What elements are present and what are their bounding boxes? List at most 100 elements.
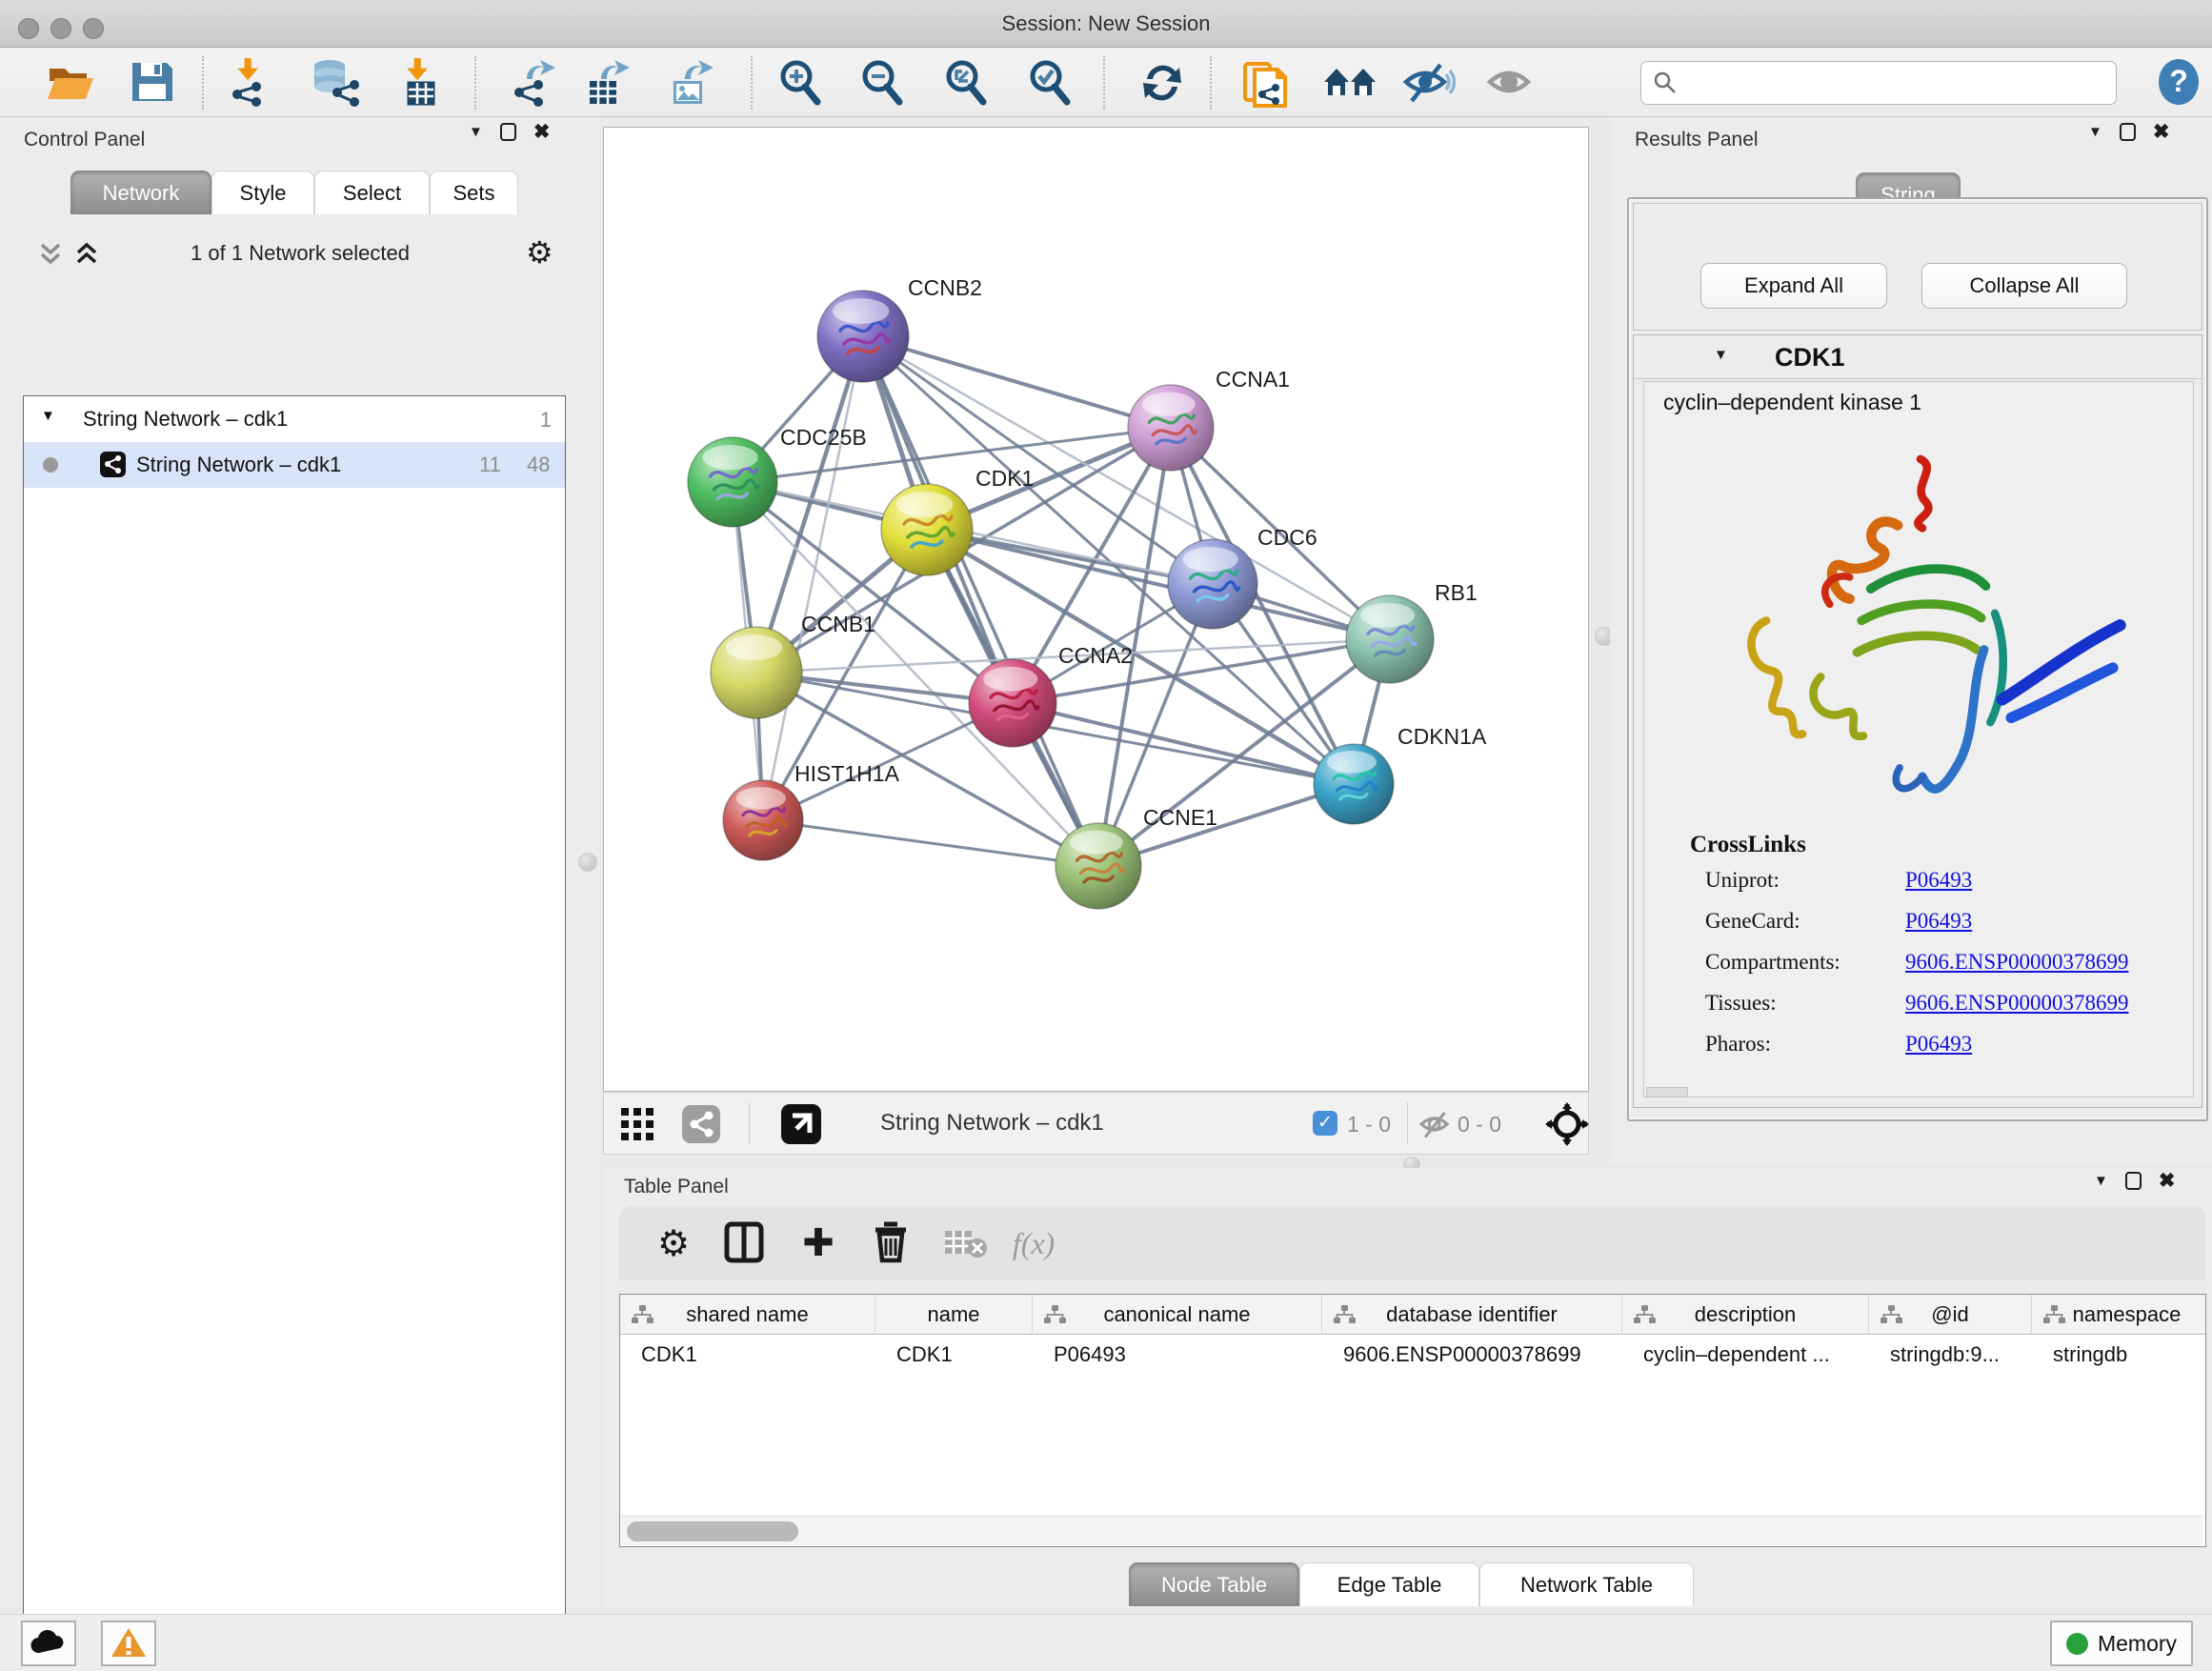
table-cell[interactable]: CDK1 (875, 1337, 1033, 1373)
node-CCNB1[interactable] (711, 627, 802, 718)
edge-CCNB2-CCNA1[interactable] (863, 336, 1171, 428)
open-session-button[interactable] (44, 58, 97, 108)
entry-collapse-icon[interactable]: ▼ (1714, 347, 1728, 363)
cloud-button[interactable] (21, 1621, 76, 1666)
tab-select[interactable]: Select (314, 171, 430, 214)
table-hscrollbar[interactable] (621, 1516, 2202, 1545)
collapse-all-icon[interactable] (36, 241, 65, 268)
table-cell[interactable]: P06493 (1033, 1337, 1322, 1373)
gene-entry-header[interactable]: ▼ CDK1 (1634, 335, 2202, 379)
column-header-canonical-name[interactable]: canonical name (1033, 1295, 1322, 1335)
search-input[interactable] (1685, 64, 2116, 102)
node-CCNA1[interactable] (1128, 385, 1214, 471)
import-network-file-button[interactable] (223, 58, 276, 108)
edge-CCNA2-CDKN1A[interactable] (1013, 703, 1354, 784)
column-header-database-identifier[interactable]: database identifier (1322, 1295, 1622, 1335)
node-CCNA2[interactable] (969, 659, 1056, 747)
add-column-icon[interactable]: ✚ (793, 1219, 844, 1267)
selected-checkbox-icon[interactable]: ✓ (1313, 1111, 1337, 1136)
panel-float-icon[interactable] (2120, 123, 2136, 141)
column-header-shared-name[interactable]: shared name (620, 1295, 875, 1335)
panel-float-icon[interactable] (2125, 1172, 2142, 1190)
crosshair-icon[interactable] (1545, 1102, 1589, 1146)
node-RB1[interactable] (1346, 595, 1434, 683)
network-options-gear-icon[interactable]: ⚙ (526, 234, 553, 271)
collapse-all-button[interactable]: Collapse All (1921, 263, 2127, 309)
panel-dropdown-icon[interactable]: ▼ (469, 124, 483, 140)
import-network-database-button[interactable] (309, 58, 362, 108)
zoom-fit-button[interactable] (939, 58, 993, 108)
column-header-namespace[interactable]: namespace (2032, 1295, 2206, 1335)
crosslink-link[interactable]: P06493 (1905, 1032, 1972, 1057)
column-header-description[interactable]: description (1622, 1295, 1869, 1335)
memory-button[interactable]: Memory (2050, 1621, 2193, 1666)
tab-node-table[interactable]: Node Table (1129, 1562, 1299, 1606)
network-from-selection-button[interactable] (1238, 58, 1292, 108)
panel-dropdown-icon[interactable]: ▼ (2094, 1173, 2108, 1189)
network-canvas[interactable]: CCNB2CCNA1CDC25BCDK1CDC6RB1CCNB1CCNA2CDK… (603, 127, 1589, 1092)
tree-expand-icon[interactable]: ▼ (41, 408, 55, 424)
show-all-button[interactable] (1484, 58, 1538, 108)
zoom-out-button[interactable] (855, 58, 909, 108)
table-cell[interactable]: 9606.ENSP00000378699 (1322, 1337, 1622, 1373)
node-CDC6[interactable] (1168, 539, 1257, 629)
tab-sets[interactable]: Sets (430, 171, 518, 214)
node-CDC25B[interactable] (688, 437, 777, 527)
table-cell[interactable]: stringdb (2032, 1337, 2206, 1373)
crosslink-link[interactable]: 9606.ENSP00000378699 (1905, 991, 2129, 1016)
column-header-name[interactable]: name (875, 1295, 1033, 1335)
tab-network[interactable]: Network (70, 171, 211, 214)
show-columns-icon[interactable] (718, 1219, 770, 1267)
node-CCNB2[interactable] (817, 291, 909, 382)
edge-CCNB2-CCNE1[interactable] (863, 336, 1098, 866)
refresh-view-button[interactable] (1136, 58, 1189, 108)
warnings-button[interactable] (101, 1621, 156, 1666)
import-table-file-button[interactable] (392, 58, 446, 108)
table-cell[interactable]: CDK1 (620, 1337, 875, 1373)
expand-all-button[interactable]: Expand All (1700, 263, 1887, 309)
network-row-selected[interactable]: String Network – cdk1 11 48 (24, 442, 565, 488)
network-graph[interactable]: CCNB2CCNA1CDC25BCDK1CDC6RB1CCNB1CCNA2CDK… (604, 128, 1588, 1091)
table-cell[interactable]: stringdb:9... (1869, 1337, 2032, 1373)
export-network-button[interactable] (507, 58, 560, 108)
node-HIST1H1A[interactable] (723, 780, 803, 860)
panel-close-icon[interactable]: ✖ (2153, 120, 2170, 144)
entry-scrollbar-thumb[interactable] (1646, 1087, 1688, 1097)
table-gear-icon[interactable]: ⚙ (648, 1219, 699, 1267)
network-collection-row[interactable]: ▼ String Network – cdk1 1 (24, 396, 565, 442)
birdseye-grid-icon[interactable] (621, 1108, 655, 1140)
left-splitter-grip[interactable] (578, 853, 597, 872)
export-table-button[interactable] (581, 58, 634, 108)
edge-CCNB2-HIST1H1A[interactable] (763, 336, 863, 820)
column-header--id[interactable]: @id (1869, 1295, 2032, 1335)
open-in-window-icon[interactable] (781, 1104, 821, 1144)
table-cell[interactable]: cyclin–dependent ... (1622, 1337, 1869, 1373)
delete-table-icon[interactable] (939, 1219, 991, 1267)
zoom-selected-button[interactable] (1023, 58, 1076, 108)
crosslink-link[interactable]: 9606.ENSP00000378699 (1905, 950, 2129, 975)
node-CDK1[interactable] (881, 484, 973, 575)
hide-selected-button[interactable] (1402, 58, 1456, 108)
export-image-button[interactable] (665, 58, 718, 108)
show-graphics-details-button[interactable] (1322, 58, 1376, 108)
panel-close-icon[interactable]: ✖ (2159, 1169, 2176, 1193)
zoom-in-button[interactable] (774, 58, 827, 108)
tab-style[interactable]: Style (211, 171, 314, 214)
help-button[interactable]: ? (2155, 58, 2202, 108)
expand-all-icon[interactable] (72, 241, 101, 268)
table-hscrollbar-thumb[interactable] (627, 1521, 798, 1541)
crosslink-link[interactable]: P06493 (1905, 868, 1972, 893)
delete-column-icon[interactable] (865, 1219, 916, 1267)
node-CCNE1[interactable] (1056, 823, 1141, 909)
panel-dropdown-icon[interactable]: ▼ (2088, 124, 2102, 140)
edge-HIST1H1A-CCNE1[interactable] (763, 820, 1098, 866)
tab-edge-table[interactable]: Edge Table (1299, 1562, 1479, 1606)
string-view-icon[interactable] (682, 1105, 720, 1143)
node-CDKN1A[interactable] (1314, 744, 1394, 824)
tab-network-table[interactable]: Network Table (1479, 1562, 1694, 1606)
function-builder-icon[interactable]: f(x) (1008, 1219, 1059, 1267)
panel-close-icon[interactable]: ✖ (533, 120, 551, 144)
panel-float-icon[interactable] (500, 123, 516, 141)
save-session-button[interactable] (126, 58, 179, 108)
crosslink-link[interactable]: P06493 (1905, 909, 1972, 934)
